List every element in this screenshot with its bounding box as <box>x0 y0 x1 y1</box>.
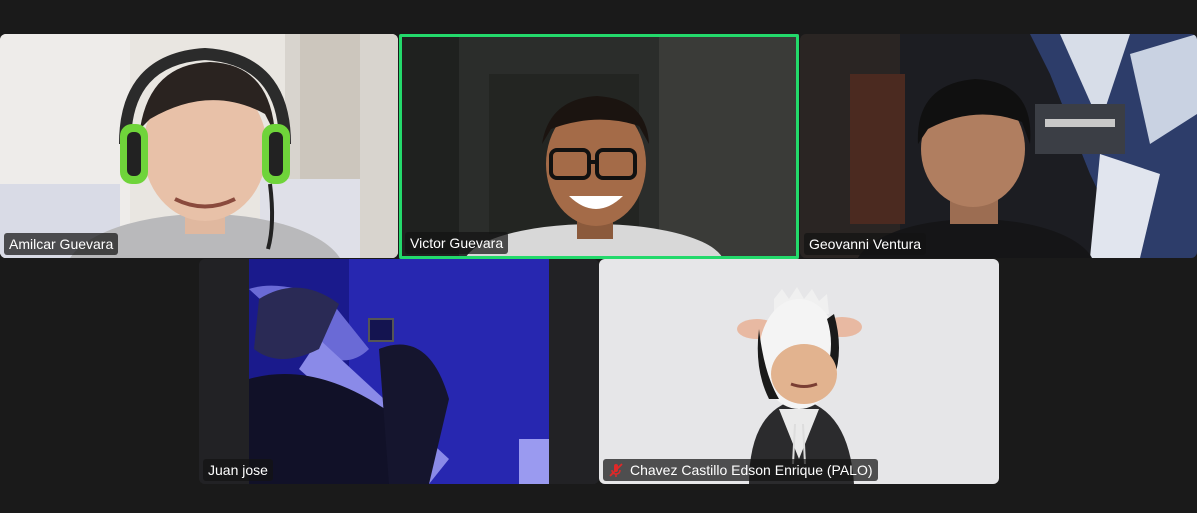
video-feed <box>399 34 799 259</box>
participant-name: Chavez Castillo Edson Enrique (PALO) <box>630 462 873 478</box>
avatar-feed <box>599 259 999 484</box>
video-feed <box>800 34 1197 258</box>
video-feed <box>0 34 398 258</box>
participant-name-tag: Geovanni Ventura <box>804 233 927 255</box>
participant-name: Juan jose <box>208 462 268 478</box>
video-tile-geovanni-ventura[interactable]: Geovanni Ventura <box>800 34 1197 258</box>
participant-name: Victor Guevara <box>410 235 504 251</box>
participant-name-tag: Amilcar Guevara <box>4 233 119 255</box>
microphone-muted-icon <box>609 463 623 477</box>
participant-name-tag: Juan jose <box>203 459 273 481</box>
video-tile-victor-guevara[interactable]: Victor Guevara <box>399 34 799 259</box>
video-feed <box>199 259 599 484</box>
participant-name: Geovanni Ventura <box>809 236 922 252</box>
video-tile-chavez-castillo[interactable]: Chavez Castillo Edson Enrique (PALO) <box>599 259 999 484</box>
participant-name-tag: Chavez Castillo Edson Enrique (PALO) <box>603 459 878 481</box>
participant-name-tag: Victor Guevara <box>405 232 509 254</box>
video-tile-juan-jose[interactable]: Juan jose <box>199 259 599 484</box>
video-tile-amilcar-guevara[interactable]: Amilcar Guevara <box>0 34 398 258</box>
participant-name: Amilcar Guevara <box>9 236 114 252</box>
